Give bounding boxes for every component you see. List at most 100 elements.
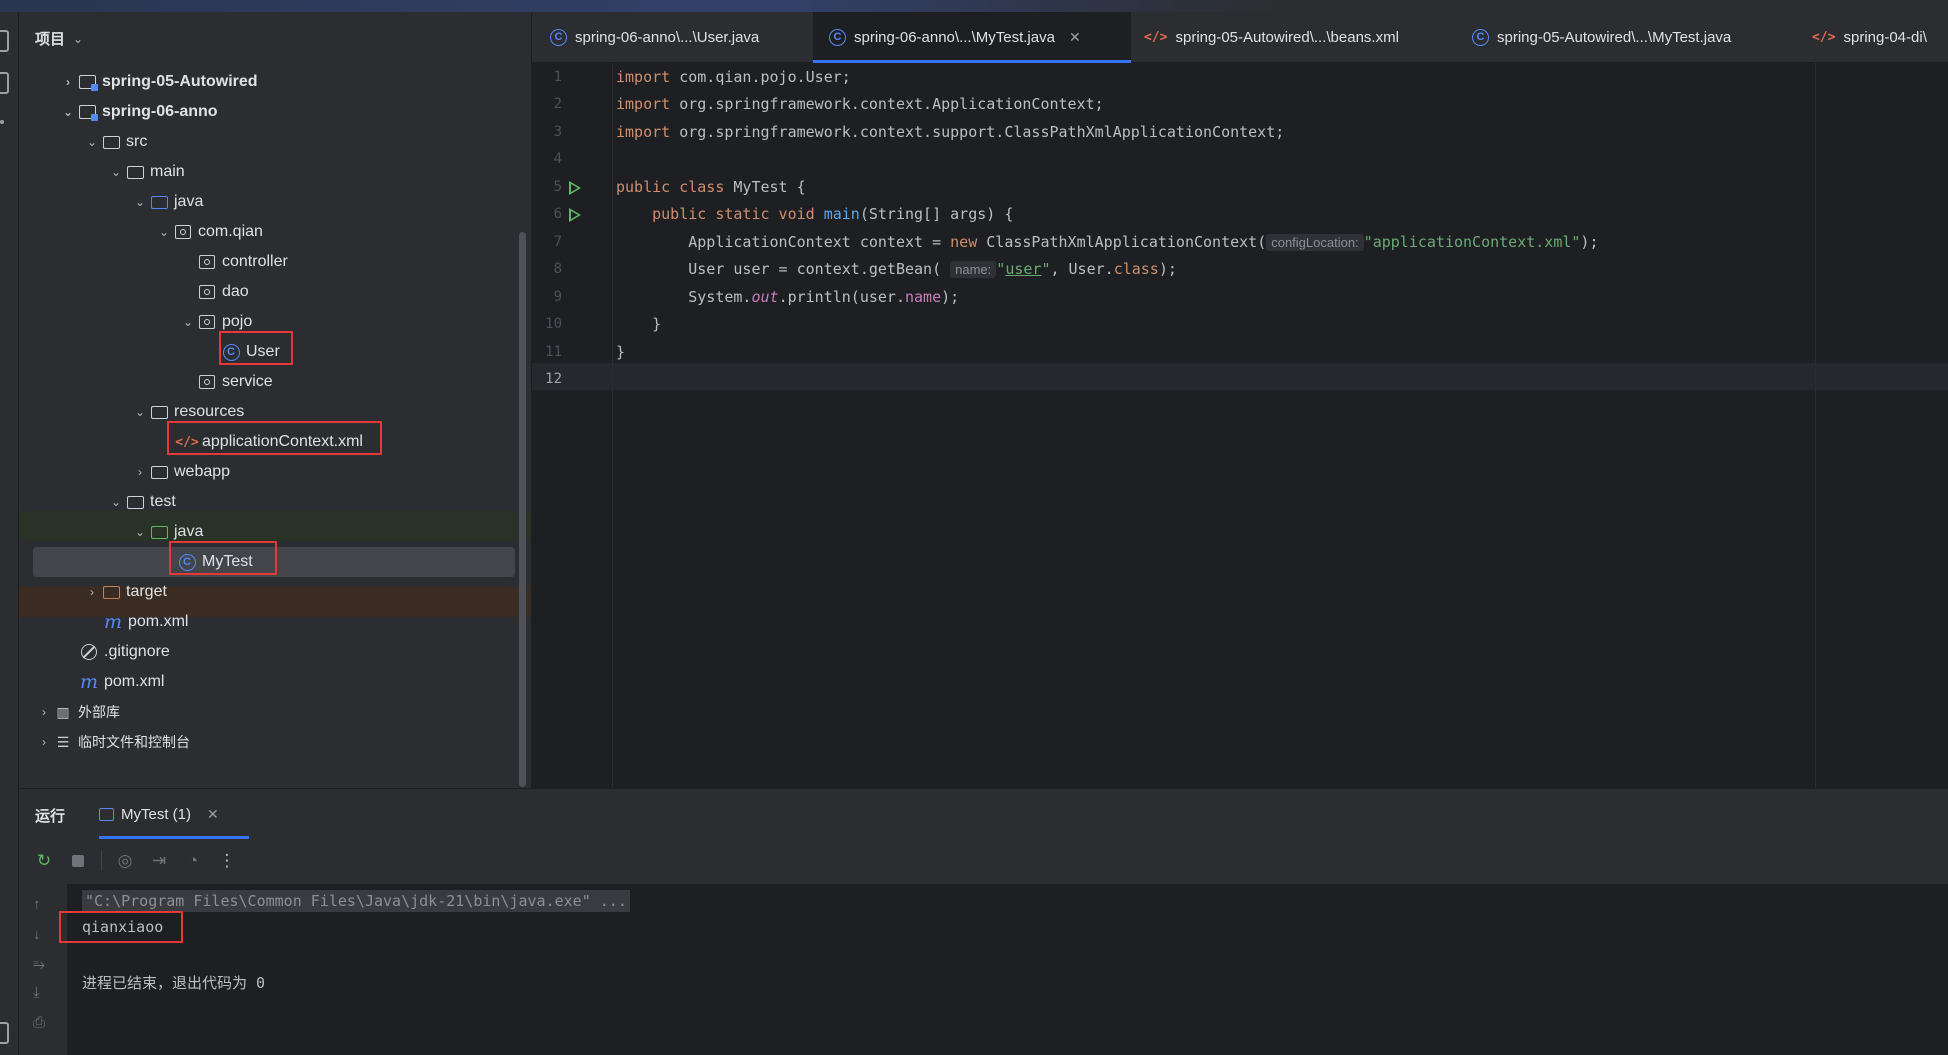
tab-spring-04[interactable]: </> spring-04-di\ bbox=[1798, 12, 1948, 63]
package-icon bbox=[199, 315, 215, 329]
code-line: public class MyTest { bbox=[616, 178, 806, 196]
chevron-down-icon[interactable]: ⌄ bbox=[107, 495, 125, 509]
coverage-icon[interactable]: ◔ bbox=[182, 850, 204, 872]
tree-item-scratches[interactable]: › ☰ 临时文件和控制台 bbox=[19, 727, 531, 757]
tree-item-gitignore[interactable]: .gitignore bbox=[19, 637, 531, 667]
more-tools-icon[interactable] bbox=[0, 120, 4, 124]
tree-item-test[interactable]: ⌄ test bbox=[19, 487, 531, 517]
chevron-right-icon[interactable]: › bbox=[35, 735, 53, 749]
tree-item-main-java[interactable]: ⌄ java bbox=[19, 187, 531, 217]
run-gutter-icon[interactable] bbox=[569, 181, 581, 195]
module-icon bbox=[78, 105, 98, 121]
editor-tabs: C spring-06-anno\...\User.java C spring-… bbox=[532, 12, 1948, 63]
line-number: 1 bbox=[553, 69, 562, 85]
chevron-right-icon[interactable]: › bbox=[131, 465, 149, 479]
tab-beans-xml[interactable]: </> spring-05-Autowired\...\beans.xml bbox=[1130, 12, 1430, 63]
tree-item-main[interactable]: ⌄ main bbox=[19, 157, 531, 187]
tree-item-label: target bbox=[126, 583, 167, 600]
tab-mytest-java[interactable]: C spring-06-anno\...\MyTest.java ✕ bbox=[813, 12, 1131, 63]
tree-item-label: dao bbox=[222, 283, 249, 300]
tree-item-label: pom.xml bbox=[104, 673, 165, 690]
tab-user-java[interactable]: C spring-06-anno\...\User.java bbox=[550, 12, 810, 63]
tree-item-controller[interactable]: controller bbox=[19, 247, 531, 277]
tree-item-com-qian[interactable]: ⌄ com.qian bbox=[19, 217, 531, 247]
chevron-down-icon[interactable]: ⌄ bbox=[73, 32, 83, 46]
excluded-folder-icon bbox=[102, 585, 120, 599]
chevron-right-icon[interactable]: › bbox=[59, 75, 77, 89]
close-icon[interactable]: ✕ bbox=[1069, 29, 1081, 46]
run-tab-mytest[interactable]: MyTest (1) ✕ bbox=[99, 797, 249, 839]
tab-label: spring-06-anno\...\MyTest.java bbox=[854, 29, 1055, 46]
structure-tool-icon[interactable] bbox=[0, 72, 9, 94]
code-line: import com.qian.pojo.User; bbox=[616, 68, 851, 86]
terminal-tool-icon[interactable] bbox=[0, 1022, 9, 1044]
highlight-box bbox=[169, 541, 277, 575]
run-gutter-icon[interactable] bbox=[569, 208, 581, 222]
more-options-icon[interactable]: ⋮ bbox=[216, 850, 238, 872]
project-scrollbar[interactable] bbox=[519, 232, 526, 787]
chevron-down-icon[interactable]: ⌄ bbox=[131, 525, 149, 539]
stop-icon[interactable] bbox=[67, 850, 89, 872]
current-line-highlight bbox=[532, 363, 1948, 390]
run-panel: 运行 MyTest (1) ✕ ↻ ◎ ⇥ ◔ ⋮ ↑ ↓ ⥱ ⤓ ⎙ "C:\… bbox=[19, 788, 1948, 1055]
chevron-right-icon[interactable]: › bbox=[83, 585, 101, 599]
tree-item-webapp[interactable]: › webapp bbox=[19, 457, 531, 487]
tree-item-label: service bbox=[222, 373, 273, 390]
tree-item-dao[interactable]: dao bbox=[19, 277, 531, 307]
arrow-down-icon[interactable]: ↓ bbox=[33, 926, 41, 943]
chevron-down-icon[interactable]: ⌄ bbox=[107, 165, 125, 179]
folder-icon bbox=[126, 165, 144, 179]
print-icon[interactable]: ⎙ bbox=[33, 1014, 45, 1031]
parameter-hint: name: bbox=[950, 261, 997, 278]
arrow-up-icon[interactable]: ↑ bbox=[33, 896, 41, 913]
chevron-down-icon[interactable]: ⌄ bbox=[179, 315, 197, 329]
highlight-box bbox=[59, 911, 183, 943]
library-icon: ▥ bbox=[56, 703, 70, 720]
tree-item-external-libs[interactable]: › ▥ 外部库 bbox=[19, 697, 531, 727]
import-icon[interactable]: ⇥ bbox=[148, 850, 170, 872]
tree-item-label: resources bbox=[174, 403, 245, 420]
run-panel-title: 运行 bbox=[35, 808, 66, 825]
chevron-right-icon[interactable]: › bbox=[35, 705, 53, 719]
close-icon[interactable]: ✕ bbox=[207, 806, 219, 823]
package-icon bbox=[199, 285, 215, 299]
tree-item-label: 临时文件和控制台 bbox=[78, 734, 190, 750]
class-icon: C bbox=[550, 29, 567, 46]
tree-item-spring-06[interactable]: ⌄ spring-06-anno bbox=[19, 97, 531, 127]
tree-item-src[interactable]: ⌄ src bbox=[19, 127, 531, 157]
package-icon bbox=[175, 225, 191, 239]
chevron-down-icon[interactable]: ⌄ bbox=[131, 405, 149, 419]
soft-wrap-icon[interactable]: ⥱ bbox=[33, 956, 45, 973]
camera-icon[interactable]: ◎ bbox=[114, 850, 136, 872]
chevron-down-icon[interactable]: ⌄ bbox=[83, 135, 101, 149]
tree-item-label: webapp bbox=[174, 463, 231, 480]
chevron-down-icon[interactable]: ⌄ bbox=[155, 225, 173, 239]
chevron-down-icon[interactable]: ⌄ bbox=[59, 105, 77, 119]
project-tool-icon[interactable] bbox=[0, 30, 9, 52]
tab-label: spring-04-di\ bbox=[1843, 29, 1927, 46]
ignore-file-icon bbox=[81, 644, 97, 660]
code-line: System.out.println(user.name); bbox=[616, 288, 960, 306]
tab-mytest-05[interactable]: C spring-05-Autowired\...\MyTest.java bbox=[1458, 12, 1798, 63]
class-icon: C bbox=[1472, 29, 1489, 46]
tree-item-service[interactable]: service bbox=[19, 367, 531, 397]
tree-item-target[interactable]: › target bbox=[19, 577, 531, 607]
maven-icon: m bbox=[79, 671, 99, 693]
tree-item-label: java bbox=[174, 193, 204, 210]
rerun-icon[interactable]: ↻ bbox=[33, 850, 55, 872]
line-number: 9 bbox=[553, 289, 562, 305]
tree-item-pom-root[interactable]: m pom.xml bbox=[19, 667, 531, 697]
chevron-down-icon[interactable]: ⌄ bbox=[131, 195, 149, 209]
code-editor[interactable]: 1 2 3 4 5 6 7 8 9 10 11 12 import com.qi… bbox=[532, 63, 1948, 788]
code-line: public static void main(String[] args) { bbox=[652, 205, 1014, 223]
line-number: 3 bbox=[553, 124, 562, 140]
resources-folder-icon bbox=[150, 405, 168, 419]
tree-item-spring-05[interactable]: › spring-05-Autowired bbox=[19, 67, 531, 97]
code-line: import org.springframework.context.Appli… bbox=[616, 95, 1104, 113]
console-output[interactable]: "C:\Program Files\Common Files\Java\jdk-… bbox=[59, 884, 1948, 1055]
line-number: 7 bbox=[553, 234, 562, 250]
scroll-to-end-icon[interactable]: ⤓ bbox=[33, 984, 40, 1001]
line-number: 10 bbox=[545, 316, 562, 332]
tree-item-pom-module[interactable]: m pom.xml bbox=[19, 607, 531, 637]
project-panel-header[interactable]: 项目 ⌄ bbox=[19, 12, 531, 65]
